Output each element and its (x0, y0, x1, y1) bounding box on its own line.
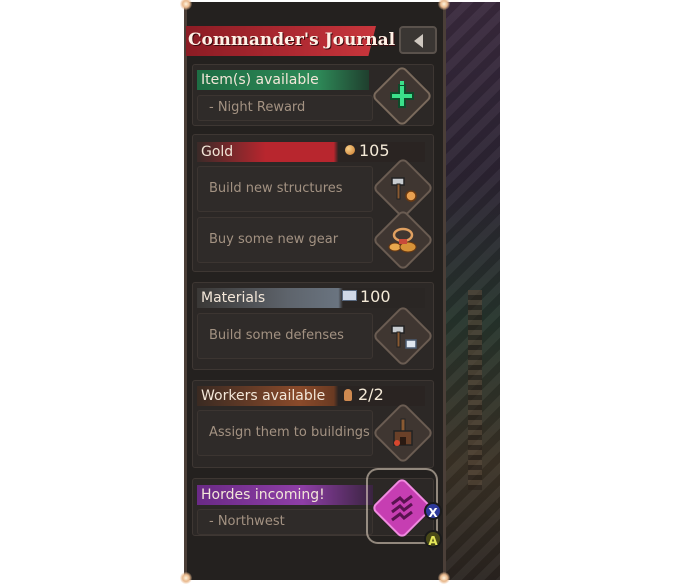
gold-header: Gold (197, 142, 425, 162)
items-header: Item(s) available (197, 70, 369, 90)
green-puzzle-icon[interactable] (380, 74, 424, 118)
x-button-hint[interactable]: X (424, 502, 442, 520)
collapse-left-icon (414, 34, 423, 48)
materials-amount: 100 (342, 287, 391, 306)
game-world-rail (468, 290, 482, 490)
workers-entry-assign[interactable]: Assign them to buildings (197, 410, 373, 456)
horde-sigil-icon[interactable] (380, 486, 424, 530)
panel-corner-glow (438, 572, 450, 584)
treasure-gear-icon[interactable] (381, 218, 425, 262)
a-button-hint[interactable]: A (424, 530, 442, 548)
workers-amount: 2/2 (344, 385, 384, 404)
collapse-button[interactable] (399, 26, 437, 54)
coin-icon (345, 145, 355, 155)
gold-entry-buy-gear[interactable]: Buy some new gear (197, 217, 373, 263)
workers-header: Workers available (197, 386, 425, 406)
hammer-material-icon[interactable] (381, 314, 425, 358)
materials-entry-build-defenses[interactable]: Build some defenses (197, 313, 373, 359)
hordes-entry-northwest[interactable]: - Northwest (197, 509, 373, 535)
hammer-coin-icon[interactable] (381, 166, 425, 210)
journal-title: Commander's Journal (188, 30, 396, 50)
materials-header: Materials (197, 288, 425, 308)
building-worker-icon[interactable] (381, 411, 425, 455)
gold-amount: 105 (345, 141, 390, 160)
gold-entry-build-structures[interactable]: Build new structures (197, 166, 373, 212)
hordes-header: Hordes incoming! (197, 485, 373, 505)
panel-corner-glow (180, 572, 192, 584)
items-entry-night-reward[interactable]: - Night Reward (197, 95, 373, 121)
material-icon (342, 290, 357, 301)
worker-icon (344, 389, 352, 401)
